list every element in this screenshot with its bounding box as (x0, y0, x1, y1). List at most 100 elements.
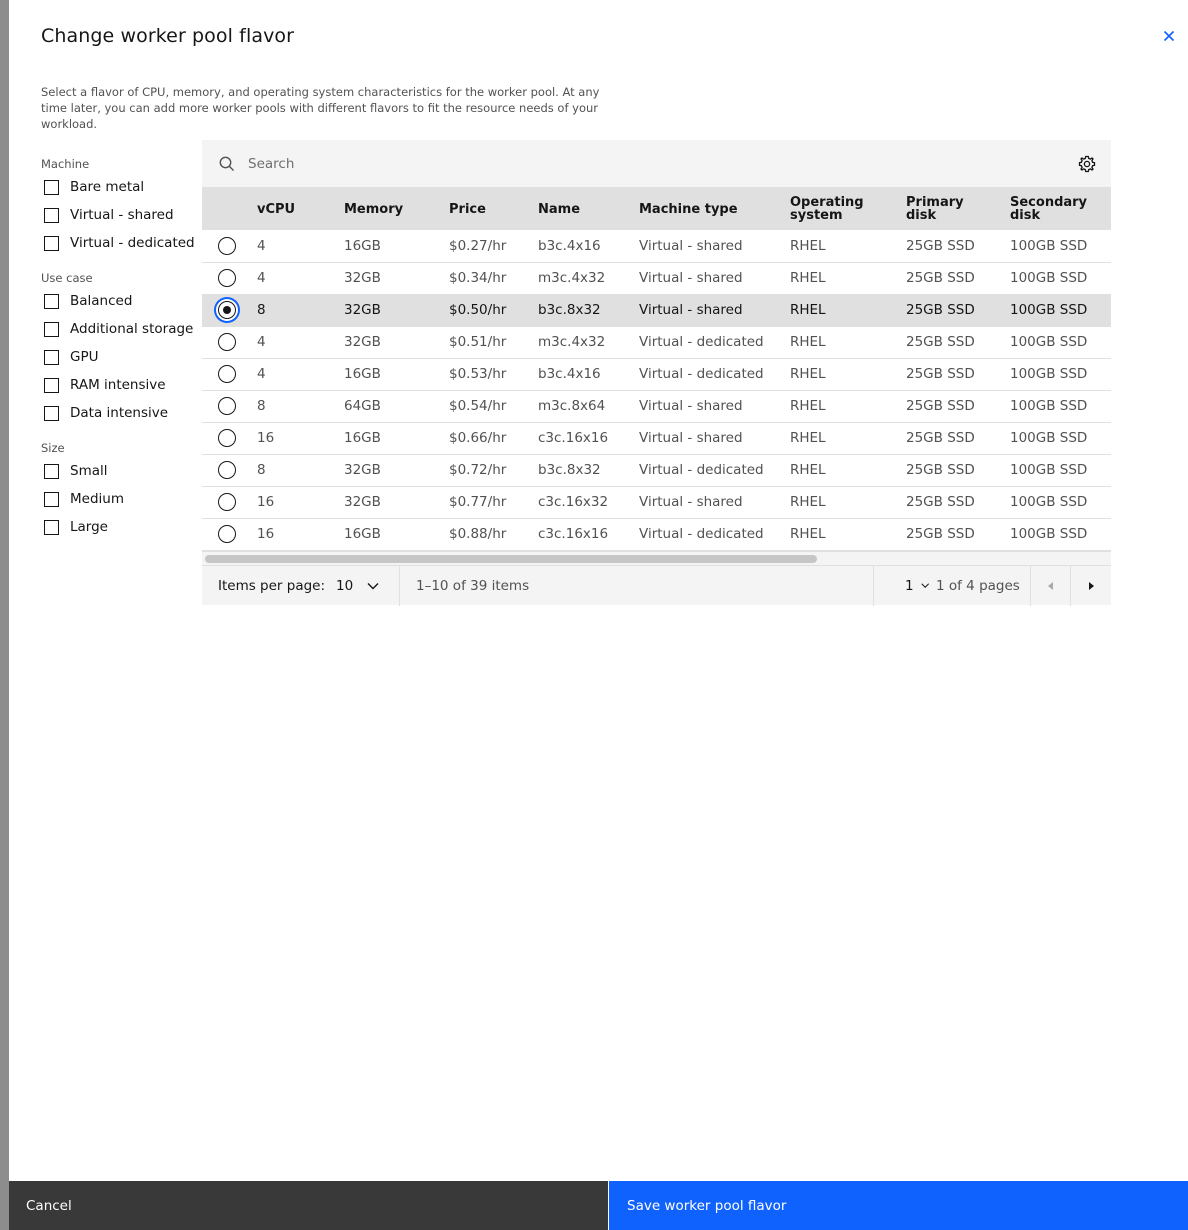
table-row[interactable]: 16 16GB $0.66/hr c3c.16x16 Virtual - shared R… (202, 422, 1111, 454)
table-row[interactable]: 4 16GB $0.27/hr b3c.4x16 Virtual - shared RHE… (202, 230, 1111, 262)
items-range-text: 1–10 of 39 items (416, 577, 530, 594)
header-operating-system[interactable]: Operating system (782, 188, 898, 230)
filter-additional-storage[interactable]: Additional storage (41, 315, 201, 343)
table-row[interactable]: 16 32GB $0.77/hr c3c.16x32 Virtual - shared R… (202, 486, 1111, 518)
filter-balanced[interactable]: Balanced (41, 287, 201, 315)
filter-medium[interactable]: Medium (41, 485, 201, 513)
machine-type-cell: Virtual - shared (639, 270, 743, 286)
row-radio-button[interactable] (218, 333, 236, 351)
checkbox-label: RAM intensive (70, 377, 166, 393)
row-radio-button[interactable] (218, 236, 236, 255)
checkbox[interactable] (44, 463, 59, 479)
vcpu-cell: 4 (257, 366, 266, 382)
row-radio-button[interactable] (218, 493, 236, 511)
row-radio-button[interactable] (218, 429, 236, 447)
price-cell: $0.53/hr (449, 366, 507, 382)
checkbox[interactable] (44, 321, 59, 337)
price-cell: $0.27/hr (449, 237, 507, 254)
previous-page-button[interactable] (1031, 566, 1071, 606)
row-radio-button[interactable] (218, 301, 236, 319)
filter-group-label: Use case (41, 271, 93, 285)
header-primary-disk[interactable]: Primary disk (898, 188, 1002, 230)
header-price[interactable]: Price (441, 188, 530, 230)
checkbox[interactable] (44, 179, 59, 195)
table-row[interactable]: 16 16GB $0.88/hr c3c.16x16 Virtual - dedicat… (202, 518, 1111, 550)
header-machine-type[interactable]: Machine type (631, 188, 782, 230)
row-radio-button[interactable] (218, 525, 236, 543)
checkbox-label: Virtual - shared (70, 207, 174, 223)
divider (399, 565, 400, 606)
checkbox[interactable] (44, 293, 59, 309)
page-select[interactable]: 1 (889, 566, 929, 606)
vcpu-cell: 8 (257, 302, 266, 318)
close-icon (1163, 30, 1175, 42)
memory-cell: 32GB (344, 302, 381, 318)
checkbox-label: Large (70, 519, 108, 535)
row-radio-button[interactable] (218, 269, 236, 287)
checkbox-label: GPU (70, 349, 99, 365)
table-row[interactable]: 8 32GB $0.72/hr b3c.8x32 Virtual - dedicated… (202, 454, 1111, 486)
table-row[interactable]: 4 16GB $0.53/hr b3c.4x16 Virtual - dedicated… (202, 358, 1111, 390)
checkbox[interactable] (44, 519, 59, 535)
machine-type-cell: Virtual - shared (639, 237, 743, 254)
filter-large[interactable]: Large (41, 513, 201, 541)
price-cell: $0.66/hr (449, 430, 507, 446)
table-row[interactable]: 4 32GB $0.34/hr m3c.4x32 Virtual - shared RHE… (202, 262, 1111, 294)
checkbox[interactable] (44, 207, 59, 223)
memory-cell: 32GB (344, 494, 381, 510)
filter-gpu[interactable]: GPU (41, 343, 201, 371)
search-input[interactable] (248, 140, 1048, 188)
table-row[interactable]: 8 64GB $0.54/hr m3c.8x64 Virtual - shared RHE… (202, 390, 1111, 422)
machine-type-cell: Virtual - dedicated (639, 462, 764, 478)
row-radio-button[interactable] (218, 397, 236, 415)
primary-disk-cell: 25GB SSD (906, 366, 975, 382)
filter-group-label: Machine (41, 157, 90, 171)
close-button[interactable] (1159, 26, 1179, 46)
select-cell (202, 390, 249, 422)
checkbox[interactable] (44, 491, 59, 507)
next-page-button[interactable] (1071, 566, 1111, 606)
price-cell: $0.72/hr (449, 462, 507, 478)
table-row[interactable]: 8 32GB $0.50/hr b3c.8x32 Virtual - shared RHE… (202, 294, 1111, 326)
price-cell: $0.50/hr (449, 302, 507, 318)
name-cell: b3c.8x32 (538, 302, 601, 318)
checkbox[interactable] (44, 235, 59, 251)
select-cell (202, 230, 249, 262)
items-per-page-select[interactable]: 10 (336, 566, 400, 606)
checkbox[interactable] (44, 405, 59, 421)
name-cell: b3c.4x16 (538, 237, 601, 254)
os-cell: RHEL (790, 398, 826, 414)
secondary-disk-cell: 100GB SSD (1010, 398, 1088, 414)
row-radio-button[interactable] (218, 461, 236, 479)
items-per-page-label: Items per page: (218, 577, 326, 594)
checkbox[interactable] (44, 377, 59, 393)
name-cell: m3c.4x32 (538, 270, 606, 286)
vcpu-cell: 16 (257, 494, 275, 510)
machine-type-cell: Virtual - shared (639, 398, 743, 414)
header-secondary-disk[interactable]: Secondary disk (1002, 188, 1111, 230)
save-worker-pool-flavor-button[interactable]: Save worker pool flavor (608, 1181, 1188, 1230)
row-radio-button[interactable] (218, 365, 236, 383)
table-body: 4 16GB $0.27/hr b3c.4x16 Virtual - shared RHE… (202, 230, 1111, 550)
filter-bare-metal[interactable]: Bare metal (41, 173, 201, 201)
change-flavor-modal: Change worker pool flavor Select a flavo… (9, 0, 1188, 1230)
checkbox-label: Small (70, 463, 108, 479)
header-memory[interactable]: Memory (336, 188, 441, 230)
filter-virtual-dedicated[interactable]: Virtual - dedicated (41, 229, 201, 257)
table-row[interactable]: 4 32GB $0.51/hr m3c.4x32 Virtual - dedicated… (202, 326, 1111, 358)
horizontal-scrollbar[interactable] (202, 550, 1111, 565)
table-settings-button[interactable] (1077, 154, 1097, 174)
filter-data-intensive[interactable]: Data intensive (41, 399, 201, 427)
secondary-disk-cell: 100GB SSD (1010, 494, 1088, 510)
header-vcpu[interactable]: vCPU (249, 188, 336, 230)
filter-small[interactable]: Small (41, 457, 201, 485)
memory-cell: 32GB (344, 334, 381, 350)
memory-cell: 64GB (344, 398, 381, 414)
memory-cell: 16GB (344, 430, 381, 446)
checkbox[interactable] (44, 349, 59, 365)
header-name[interactable]: Name (530, 188, 631, 230)
filter-ram-intensive[interactable]: RAM intensive (41, 371, 201, 399)
cancel-button[interactable]: Cancel (9, 1181, 608, 1230)
filter-virtual-shared[interactable]: Virtual - shared (41, 201, 201, 229)
scrollbar-thumb[interactable] (205, 554, 817, 563)
